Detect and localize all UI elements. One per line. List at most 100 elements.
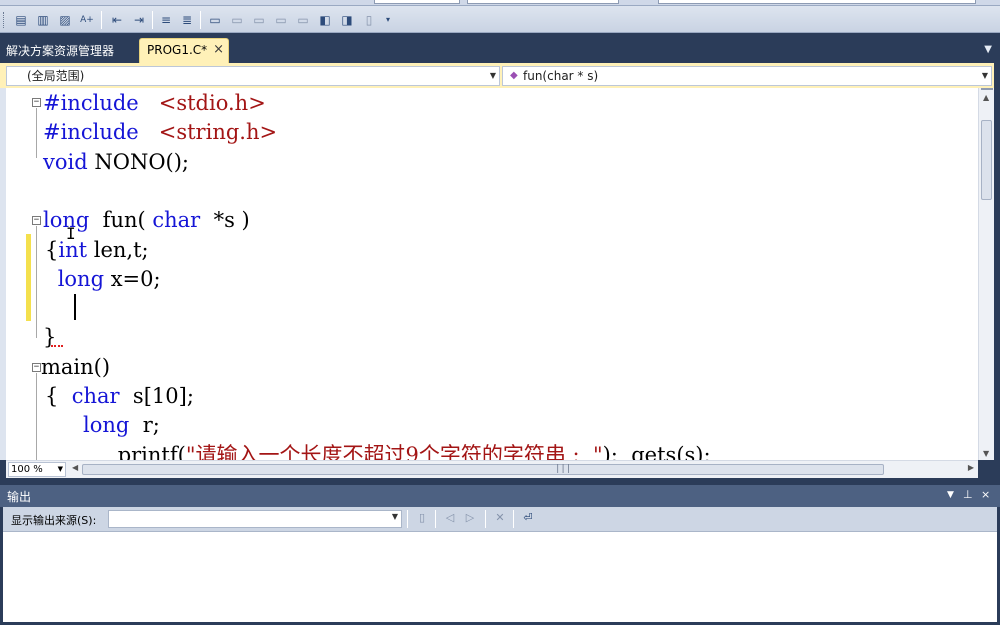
- find-combo[interactable]: [658, 0, 976, 4]
- toolbar-grip[interactable]: [3, 12, 6, 28]
- next-bookmark-document-icon[interactable]: ◨: [338, 11, 356, 28]
- comment-lines-icon[interactable]: ≡: [157, 11, 175, 28]
- output-source-label: 显示输出来源(S):: [11, 514, 97, 527]
- next-bookmark-folder-icon[interactable]: ▭: [294, 11, 312, 28]
- document-tab[interactable]: PROG1.C* ×: [139, 38, 229, 63]
- collapse-icon[interactable]: −: [32, 363, 41, 372]
- code-line[interactable]: printf("请输入一个长度不超过9个字符的字符串 : "); gets(s)…: [91, 441, 711, 460]
- chevron-down-icon[interactable]: ▼: [58, 463, 63, 476]
- output-text-area[interactable]: [3, 532, 997, 622]
- scroll-up-icon[interactable]: ▲: [983, 93, 989, 102]
- change-margin: [26, 88, 32, 460]
- next-message-icon[interactable]: ▷: [461, 511, 479, 527]
- next-bookmark-icon[interactable]: ▭: [250, 11, 268, 28]
- clear-bookmarks-icon[interactable]: ▯: [360, 11, 378, 28]
- code-token: r;: [129, 413, 160, 438]
- code-line[interactable]: void NONO();: [43, 148, 189, 177]
- splitter-handle[interactable]: [981, 88, 993, 90]
- toggle-word-wrap-icon[interactable]: ⏎: [519, 511, 537, 527]
- code-line[interactable]: {int len,t;: [45, 236, 149, 265]
- vertical-scrollbar[interactable]: ▲ ▼: [978, 88, 994, 460]
- code-token: {: [45, 237, 59, 262]
- collapse-icon[interactable]: −: [32, 98, 41, 107]
- code-editor[interactable]: − − − #include <stdio.h> #include <string…: [0, 88, 978, 460]
- zoom-value: 100 %: [11, 464, 43, 475]
- chevron-down-icon[interactable]: ▼: [490, 67, 496, 85]
- close-icon[interactable]: ×: [981, 488, 990, 501]
- platform-combo[interactable]: [467, 0, 619, 4]
- previous-bookmark-document-icon[interactable]: ◧: [316, 11, 334, 28]
- previous-bookmark-folder-icon[interactable]: ▭: [272, 11, 290, 28]
- solution-config-combo[interactable]: [374, 0, 460, 4]
- decrease-indent-icon[interactable]: ⇤: [108, 11, 126, 28]
- scope-combo[interactable]: (全局范围) ▼: [6, 66, 500, 86]
- previous-message-icon[interactable]: ◁: [441, 511, 459, 527]
- scroll-down-icon[interactable]: ▼: [983, 449, 989, 458]
- window-position-icon[interactable]: ▼: [947, 490, 954, 500]
- display-object-list-icon[interactable]: ▤: [12, 11, 30, 28]
- horizontal-scroll-thumb[interactable]: |||: [82, 464, 884, 475]
- code-token: <string.h>: [158, 120, 278, 145]
- text-caret: [74, 294, 76, 320]
- output-source-combo[interactable]: ▼: [108, 510, 402, 528]
- complete-word-icon[interactable]: A+: [78, 11, 96, 28]
- output-toolbar: 显示输出来源(S): ▼ ▯ ◁ ▷ ✕ ⏎: [3, 507, 997, 532]
- text-editor-toolbar: ▤ ▥ ▨ A+ ⇤ ⇥ ≡ ≣ ▭ ▭ ▭ ▭ ▭ ◧ ◨ ▯ ▾: [0, 6, 1000, 33]
- chevron-down-icon[interactable]: ▼: [982, 67, 988, 85]
- code-token: long: [83, 413, 130, 438]
- toolbar-separator: [435, 510, 436, 528]
- code-token: void: [43, 149, 88, 174]
- scroll-right-icon[interactable]: ▶: [968, 463, 974, 472]
- code-token: #include: [43, 91, 139, 115]
- pin-icon[interactable]: ⊥: [963, 488, 973, 501]
- quick-info-icon[interactable]: ▨: [56, 11, 74, 28]
- code-token: x=0;: [104, 266, 161, 291]
- outline-guide: [36, 373, 37, 460]
- member-combo-value: fun(char * s): [523, 69, 599, 83]
- toolbar-separator: [407, 510, 408, 528]
- code-line[interactable]: long r;: [63, 411, 160, 440]
- previous-bookmark-icon[interactable]: ▭: [228, 11, 246, 28]
- increase-indent-icon[interactable]: ⇥: [130, 11, 148, 28]
- toolbar-separator: [513, 510, 514, 528]
- zoom-combo[interactable]: 100 % ▼: [8, 462, 66, 477]
- code-token: #include: [43, 120, 139, 145]
- code-token: {: [45, 384, 72, 408]
- horizontal-scrollbar[interactable]: 100 % ▼ ◀ ||| ▶: [6, 460, 978, 478]
- collapse-icon[interactable]: −: [32, 216, 41, 225]
- scroll-left-icon[interactable]: ◀: [72, 463, 78, 472]
- code-line[interactable]: { char s[10];: [45, 382, 194, 411]
- toolbar-separator: [101, 11, 102, 29]
- parameter-info-icon[interactable]: ▥: [34, 11, 52, 28]
- chevron-down-icon[interactable]: ▼: [392, 512, 398, 521]
- code-line[interactable]: }: [43, 323, 56, 352]
- bookmark-icon[interactable]: ▭: [206, 11, 224, 28]
- code-line[interactable]: main(): [41, 353, 110, 382]
- clear-all-icon[interactable]: ✕: [491, 511, 509, 527]
- code-token: long: [57, 266, 105, 291]
- code-line[interactable]: long x=0;: [51, 265, 161, 294]
- code-token: char: [152, 208, 201, 233]
- uncomment-lines-icon[interactable]: ≣: [178, 11, 196, 28]
- code-token: ); gets(s);: [602, 442, 711, 460]
- close-icon[interactable]: ×: [213, 42, 224, 57]
- method-icon: ◆: [510, 70, 518, 81]
- member-combo[interactable]: ◆ fun(char * s) ▼: [502, 66, 992, 86]
- find-message-in-code-icon[interactable]: ▯: [413, 511, 431, 527]
- solution-explorer-tab[interactable]: 解决方案资源管理器: [6, 41, 114, 61]
- code-line[interactable]: #include <stdio.h>: [43, 89, 266, 118]
- code-line[interactable]: #include <string.h>: [43, 118, 277, 147]
- toolbar-overflow-icon[interactable]: ▾: [379, 11, 397, 28]
- tab-list-dropdown-icon[interactable]: ▼: [984, 44, 992, 55]
- code-token: NONO();: [87, 149, 189, 174]
- document-tab-strip: 解决方案资源管理器 PROG1.C* × ▼: [0, 33, 1000, 63]
- outline-guide: [36, 226, 37, 338]
- vertical-scroll-thumb[interactable]: [981, 120, 992, 200]
- code-token: <stdio.h>: [158, 91, 266, 115]
- toolbar-separator: [485, 510, 486, 528]
- toolbar-separator: [200, 11, 201, 29]
- toolbar-separator: [152, 11, 153, 29]
